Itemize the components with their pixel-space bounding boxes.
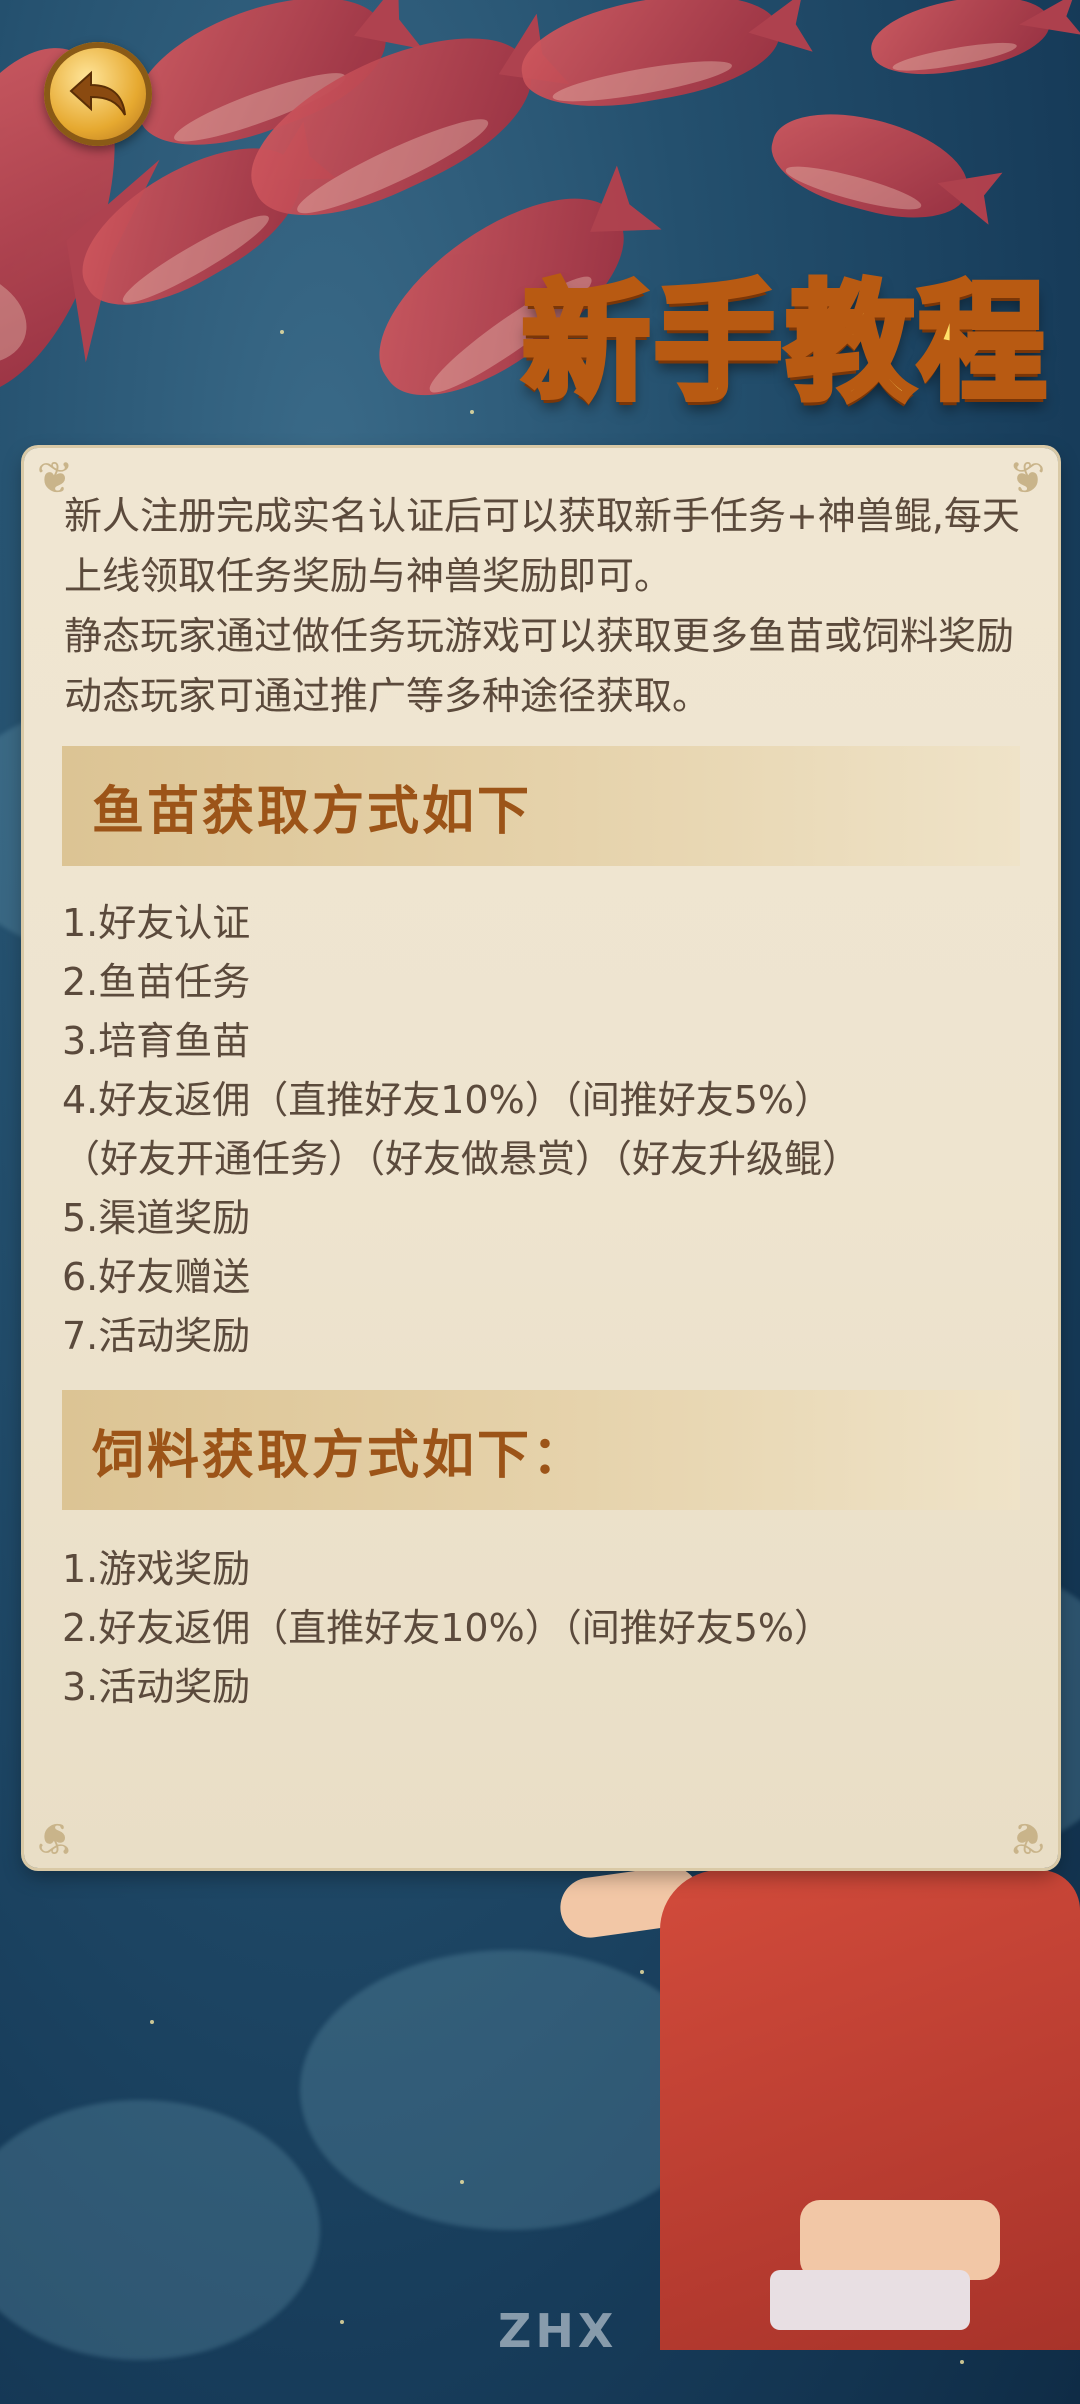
star (470, 410, 474, 414)
list-item: 5.渠道奖励 (62, 1196, 251, 1240)
tutorial-panel: ❦ ❦ ❦ ❦ 新人注册完成实名认证后可以获取新手任务+神兽鲲,每天上线领取任务… (24, 448, 1058, 1868)
list-item: 4.好友返佣（直推好友10%）（间推好友5%） (62, 1078, 833, 1122)
watermark: ZHX (498, 2304, 618, 2358)
list-item: 3.培育鱼苗 (62, 1019, 251, 1063)
page-title: 新手教程 (519, 269, 1050, 418)
cloud (0, 2100, 320, 2360)
section-title: 鱼苗获取方式如下 (92, 781, 533, 842)
list-item: 1.游戏奖励 (62, 1547, 251, 1591)
section-title: 饲料获取方式如下： (92, 1425, 588, 1486)
list-item: 2.鱼苗任务 (62, 960, 251, 1004)
intro-paragraph: 新人注册完成实名认证后可以获取新手任务+神兽鲲,每天上线领取任务奖励与神兽奖励即… (64, 494, 1020, 598)
star (640, 1970, 644, 1974)
whale-illustration (761, 95, 979, 235)
list-item: 6.好友赠送 (62, 1255, 251, 1299)
feed-section-header: 饲料获取方式如下： (62, 1390, 1020, 1510)
list-item: 2.好友返佣（直推好友10%）（间推好友5%） (62, 1606, 833, 1650)
star (150, 2020, 154, 2024)
star (960, 2360, 964, 2364)
star (280, 330, 284, 334)
star (340, 2320, 344, 2324)
whale-illustration (513, 0, 787, 122)
cloud (300, 1950, 720, 2230)
list-item: （好友开通任务）（好友做悬赏）（好友升级鲲） (62, 1137, 861, 1181)
back-arrow-icon (69, 70, 126, 116)
list-item: 1.好友认证 (62, 901, 251, 945)
corner-ornament: ❦ (1008, 1812, 1046, 1863)
person-belt (770, 2270, 970, 2330)
whale-illustration (865, 0, 1055, 86)
fry-section-header: 鱼苗获取方式如下 (62, 746, 1020, 866)
list-item: 7.活动奖励 (62, 1314, 251, 1358)
fry-methods-list: 1.好友认证 2.鱼苗任务 3.培育鱼苗 4.好友返佣（直推好友10%）（间推好… (62, 894, 1022, 1366)
star (460, 2180, 464, 2184)
intro-text: 新人注册完成实名认证后可以获取新手任务+神兽鲲,每天上线领取任务奖励与神兽奖励即… (64, 486, 1024, 726)
corner-ornament: ❦ (36, 1812, 74, 1863)
list-item: 3.活动奖励 (62, 1665, 251, 1709)
feed-methods-list: 1.游戏奖励 2.好友返佣（直推好友10%）（间推好友5%） 3.活动奖励 (62, 1540, 1022, 1717)
person-waist (800, 2200, 1000, 2280)
intro-paragraph: 静态玩家通过做任务玩游戏可以获取更多鱼苗或饲料奖励动态玩家可通过推广等多种途径获… (64, 614, 1015, 718)
back-button[interactable] (44, 42, 152, 146)
